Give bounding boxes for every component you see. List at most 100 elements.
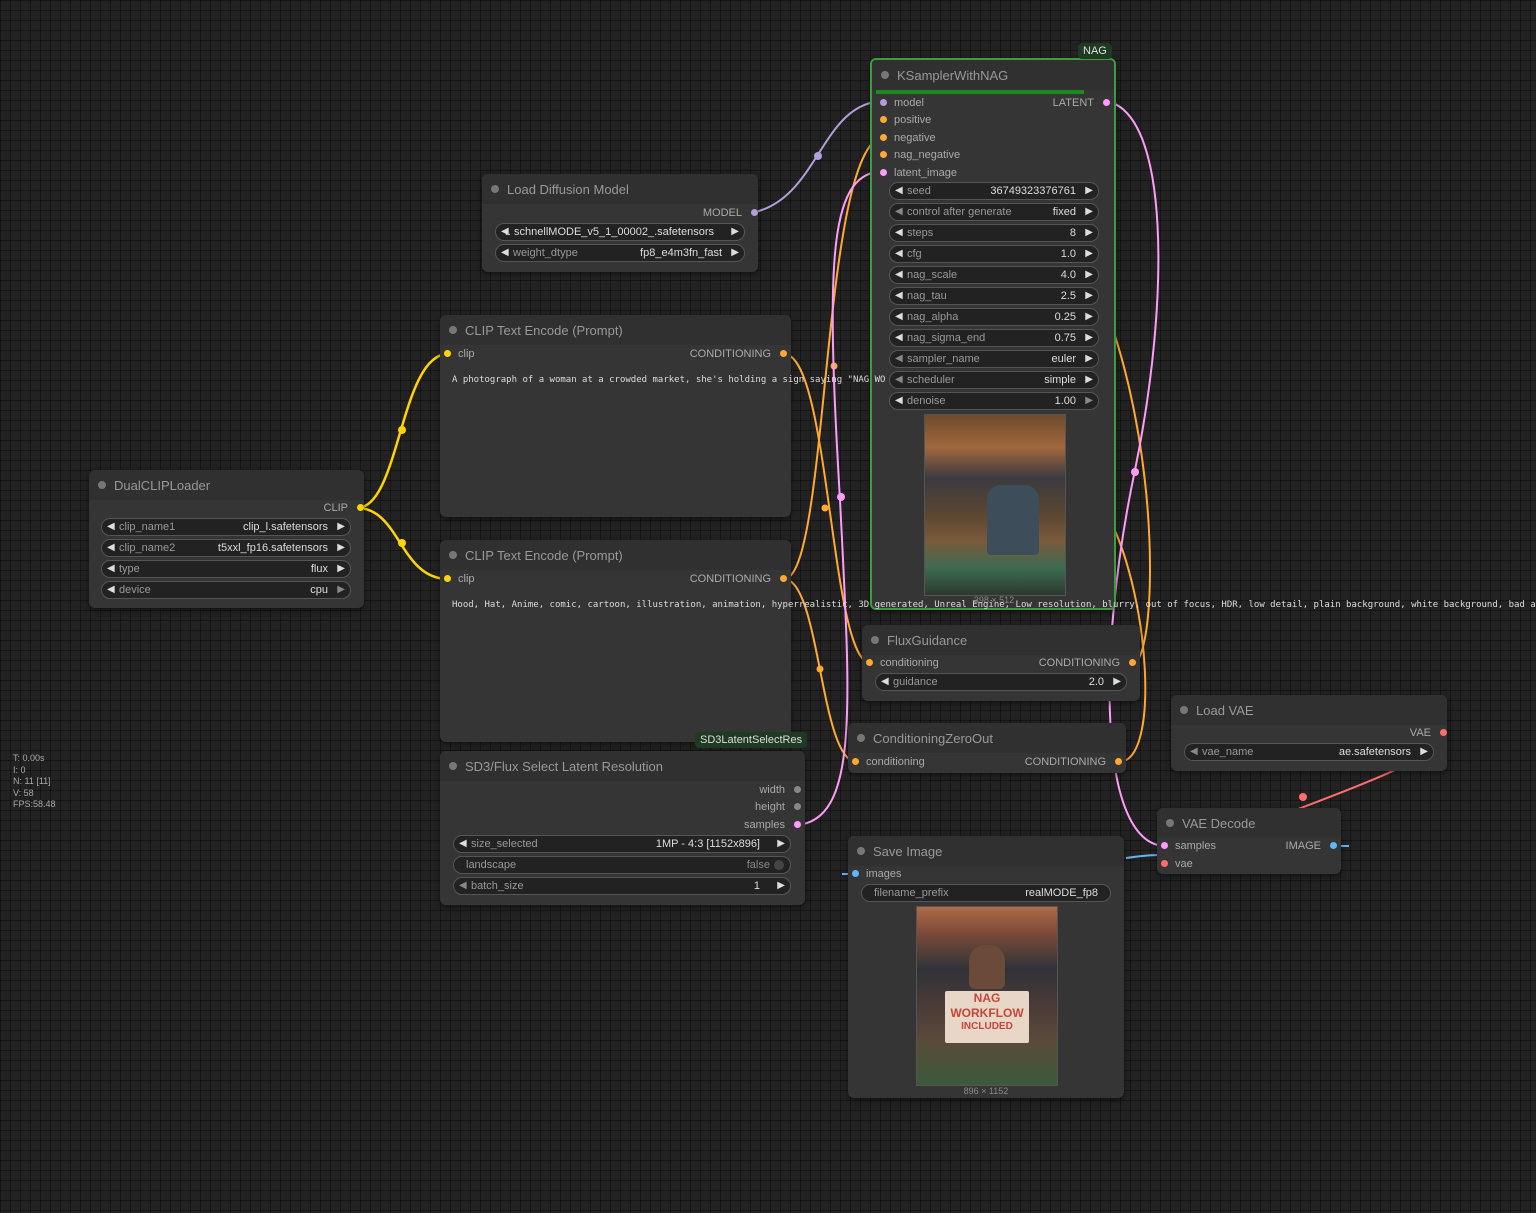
widget-clip-name2[interactable]: ◀ clip_name2 t5xxl_fp16.safetensors ▶ [101, 539, 351, 557]
widget-denoise[interactable]: ◀ denoise 1.00 ▶ [889, 392, 1099, 410]
input-nag-negative[interactable]: nag_negative [880, 147, 960, 163]
node-conditioning-zero-out[interactable]: ConditioningZeroOut conditioning CONDITI… [848, 723, 1126, 773]
output-model[interactable]: MODEL [703, 205, 758, 221]
widget-scheduler[interactable]: ◀ scheduler simple ▶ [889, 371, 1099, 389]
collapse-dot-icon[interactable] [1166, 819, 1174, 827]
sd3-latent-badge: SD3LatentSelectRes [695, 732, 808, 748]
input-model[interactable]: model [880, 95, 924, 111]
widget-weight-dtype[interactable]: ◀ weight_dtype fp8_e4m3fn_fast ▶ [495, 244, 745, 262]
widget-control-after-generate[interactable]: ◀ control after generate fixed ▶ [889, 203, 1099, 221]
node-sd3-flux-select-latent-resolution[interactable]: SD3/Flux Select Latent Resolution width … [440, 751, 805, 905]
input-negative[interactable]: negative [880, 130, 936, 146]
wire-clip-1 [356, 352, 449, 510]
output-image-preview[interactable]: NAG WORKFLOW INCLUDED [916, 906, 1058, 1086]
output-latent[interactable]: LATENT [1053, 95, 1110, 111]
widget-nag-sigma-end[interactable]: ◀ nag_sigma_end 0.75 ▶ [889, 329, 1099, 347]
collapse-dot-icon[interactable] [491, 185, 499, 193]
preview-image[interactable] [924, 414, 1066, 596]
node-clip-text-encode-negative[interactable]: CLIP Text Encode (Prompt) clip CONDITION… [440, 540, 791, 742]
input-clip[interactable]: clip [444, 571, 475, 587]
collapse-dot-icon[interactable] [449, 326, 457, 334]
node-title-bar[interactable]: Load Diffusion Model [482, 174, 758, 204]
widget-nag-tau[interactable]: ◀ nag_tau 2.5 ▶ [889, 287, 1099, 305]
node-vae-decode[interactable]: VAE Decode samples IMAGE vae [1157, 808, 1341, 874]
input-images[interactable]: images [852, 866, 901, 882]
widget-seed[interactable]: ◀ seed 36749323376761 ▶ [889, 182, 1099, 200]
node-title-bar[interactable]: KSamplerWithNAG [872, 60, 1114, 90]
collapse-dot-icon[interactable] [449, 762, 457, 770]
prompt-textarea-positive[interactable]: A photograph of a woman at a crowded mar… [452, 375, 885, 385]
collapse-dot-icon[interactable] [881, 71, 889, 79]
output-conditioning[interactable]: CONDITIONING [1025, 754, 1122, 770]
stat-nodes: N: 11 [11] [13, 776, 51, 786]
stats-overlay: T: 0.00s I: 0 N: 11 [11] V: 58 FPS:58.48 [13, 753, 56, 811]
node-title-bar[interactable]: CLIP Text Encode (Prompt) [440, 540, 791, 570]
node-title: CLIP Text Encode (Prompt) [465, 547, 623, 563]
node-dual-clip-loader[interactable]: DualCLIPLoader CLIP ◀ clip_name1 clip_l.sa… [89, 470, 364, 608]
widget-batch-size[interactable]: ◀ batch_size 1 ▶ [453, 877, 791, 895]
node-title: VAE Decode [1182, 815, 1256, 831]
toggle-landscape[interactable]: landscape false [453, 856, 791, 874]
node-ksampler-with-nag[interactable]: KSamplerWithNAG model LATENT positive ne… [870, 58, 1116, 610]
progress-bar [876, 90, 1084, 94]
wire-model [750, 100, 886, 214]
widget-nag-alpha[interactable]: ◀ nag_alpha 0.25 ▶ [889, 308, 1099, 326]
collapse-dot-icon[interactable] [98, 481, 106, 489]
node-title-bar[interactable]: DualCLIPLoader [89, 470, 364, 500]
input-conditioning[interactable]: conditioning [866, 655, 939, 671]
node-title-bar[interactable]: Save Image [848, 836, 1124, 866]
widget-cfg[interactable]: ◀ cfg 1.0 ▶ [889, 245, 1099, 263]
widget-clip-name1[interactable]: ◀ clip_name1 clip_l.safetensors ▶ [101, 518, 351, 536]
widget-filename-prefix[interactable]: filename_prefix realMODE_fp8 [861, 884, 1111, 902]
widget-nag-scale[interactable]: ◀ nag_scale 4.0 ▶ [889, 266, 1099, 284]
node-clip-text-encode-positive[interactable]: CLIP Text Encode (Prompt) clip CONDITION… [440, 315, 791, 517]
widget-guidance[interactable]: ◀ guidance 2.0 ▶ [875, 673, 1127, 691]
node-load-diffusion-model[interactable]: Load Diffusion Model MODEL ◀.. schnellMO… [482, 174, 758, 272]
input-positive[interactable]: positive [880, 112, 931, 128]
input-latent-image[interactable]: latent_image [880, 165, 957, 181]
stat-v: V: 58 [13, 787, 34, 798]
widget-size-selected[interactable]: ◀ size_selected 1MP - 4:3 [1152x896] ▶ [453, 835, 791, 853]
node-title-bar[interactable]: FluxGuidance [862, 625, 1140, 655]
output-clip[interactable]: CLIP [324, 500, 364, 516]
node-title: CLIP Text Encode (Prompt) [465, 322, 623, 338]
widget-device[interactable]: ◀ device cpu ▶ [101, 581, 351, 599]
collapse-dot-icon[interactable] [449, 551, 457, 559]
output-conditioning[interactable]: CONDITIONING [1039, 655, 1136, 671]
widget-steps[interactable]: ◀ steps 8 ▶ [889, 224, 1099, 242]
node-title-bar[interactable]: Load VAE [1171, 695, 1447, 725]
input-conditioning[interactable]: conditioning [852, 754, 925, 770]
node-title-bar[interactable]: SD3/Flux Select Latent Resolution [440, 751, 805, 781]
node-flux-guidance[interactable]: FluxGuidance conditioning CONDITIONING ◀… [862, 625, 1140, 701]
output-conditioning[interactable]: CONDITIONING [690, 571, 787, 587]
collapse-dot-icon[interactable] [857, 847, 865, 855]
collapse-dot-icon[interactable] [1180, 706, 1188, 714]
widget-sampler-name[interactable]: ◀ sampler_name euler ▶ [889, 350, 1099, 368]
input-vae[interactable]: vae [1161, 856, 1193, 872]
node-title-bar[interactable]: ConditioningZeroOut [848, 723, 1126, 753]
node-title: Save Image [873, 843, 943, 859]
output-width[interactable]: width [759, 782, 801, 798]
widget-unet-name[interactable]: ◀.. schnellMODE_v5_1_00002_.safetensors ▶ [495, 223, 745, 241]
collapse-dot-icon[interactable] [871, 636, 879, 644]
output-conditioning[interactable]: CONDITIONING [690, 346, 787, 362]
node-title-bar[interactable]: VAE Decode [1157, 808, 1341, 838]
node-title: DualCLIPLoader [114, 477, 211, 493]
node-title: FluxGuidance [887, 632, 968, 648]
widget-vae-name[interactable]: ◀ vae_name ae.safetensors ▶ [1184, 743, 1434, 761]
output-image[interactable]: IMAGE [1286, 838, 1337, 854]
collapse-dot-icon[interactable] [857, 734, 865, 742]
node-title-bar[interactable]: CLIP Text Encode (Prompt) [440, 315, 791, 345]
output-height[interactable]: height [755, 799, 801, 815]
node-load-vae[interactable]: Load VAE VAE ◀ vae_name ae.safetensors ▶ [1171, 695, 1447, 771]
input-samples[interactable]: samples [1161, 838, 1216, 854]
node-title: Load Diffusion Model [507, 181, 629, 197]
prompt-textarea-negative[interactable]: Hood, Hat, Anime, comic, cartoon, illust… [452, 600, 1536, 610]
input-clip[interactable]: clip [444, 346, 475, 362]
output-samples[interactable]: samples [744, 817, 801, 833]
widget-type[interactable]: ◀ type flux ▶ [101, 560, 351, 578]
stat-time: T: 0.00s [13, 753, 45, 763]
node-save-image[interactable]: Save Image images filename_prefix realMOD… [848, 836, 1124, 1098]
output-vae[interactable]: VAE [1410, 725, 1447, 741]
node-title: Load VAE [1196, 702, 1254, 718]
